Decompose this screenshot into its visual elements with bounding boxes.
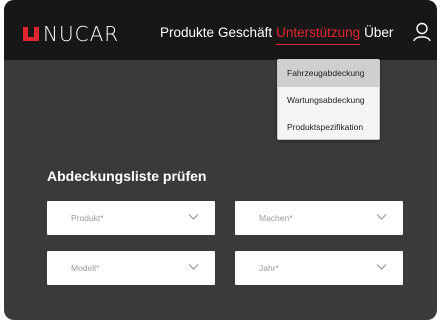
main-nav: Produkte Geschäft Unterstützung Über xyxy=(160,25,393,45)
nav-item-geschaeft[interactable]: Geschäft xyxy=(218,25,272,41)
chevron-down-icon xyxy=(376,264,387,270)
make-select[interactable]: Machen* xyxy=(235,201,403,235)
brand-logo[interactable]: NUCAR xyxy=(22,23,119,45)
product-select[interactable]: Produkt* xyxy=(47,201,215,235)
coverage-check-title: Abdeckungsliste prüfen xyxy=(47,168,207,184)
model-select-label: Modell* xyxy=(71,263,100,273)
chevron-down-icon xyxy=(188,264,199,270)
make-select-label: Machen* xyxy=(259,213,293,223)
nav-item-unterstuetzung[interactable]: Unterstützung xyxy=(276,25,361,45)
menu-item-produktspezifikation[interactable]: Produktspezifikation xyxy=(278,114,379,141)
product-select-label: Produkt* xyxy=(71,213,104,223)
year-select[interactable]: Jahr* xyxy=(235,251,403,285)
model-select[interactable]: Modell* xyxy=(47,251,215,285)
user-icon[interactable] xyxy=(413,22,431,42)
nav-item-ueber[interactable]: Über xyxy=(364,25,393,41)
support-dropdown-menu: Fahrzeugabdeckung Wartungsabdeckung Prod… xyxy=(277,59,380,140)
menu-item-wartungsabdeckung[interactable]: Wartungsabdeckung xyxy=(278,87,379,114)
top-navbar: NUCAR Produkte Geschäft Unterstützung Üb… xyxy=(4,0,437,60)
nav-item-produkte[interactable]: Produkte xyxy=(160,25,214,41)
app-frame: NUCAR Produkte Geschäft Unterstützung Üb… xyxy=(4,0,437,320)
menu-item-fahrzeugabdeckung[interactable]: Fahrzeugabdeckung xyxy=(278,60,379,87)
logo-mark-icon xyxy=(23,27,39,41)
year-select-label: Jahr* xyxy=(259,263,279,273)
chevron-down-icon xyxy=(188,214,199,220)
brand-name: NUCAR xyxy=(43,22,120,46)
chevron-down-icon xyxy=(376,214,387,220)
